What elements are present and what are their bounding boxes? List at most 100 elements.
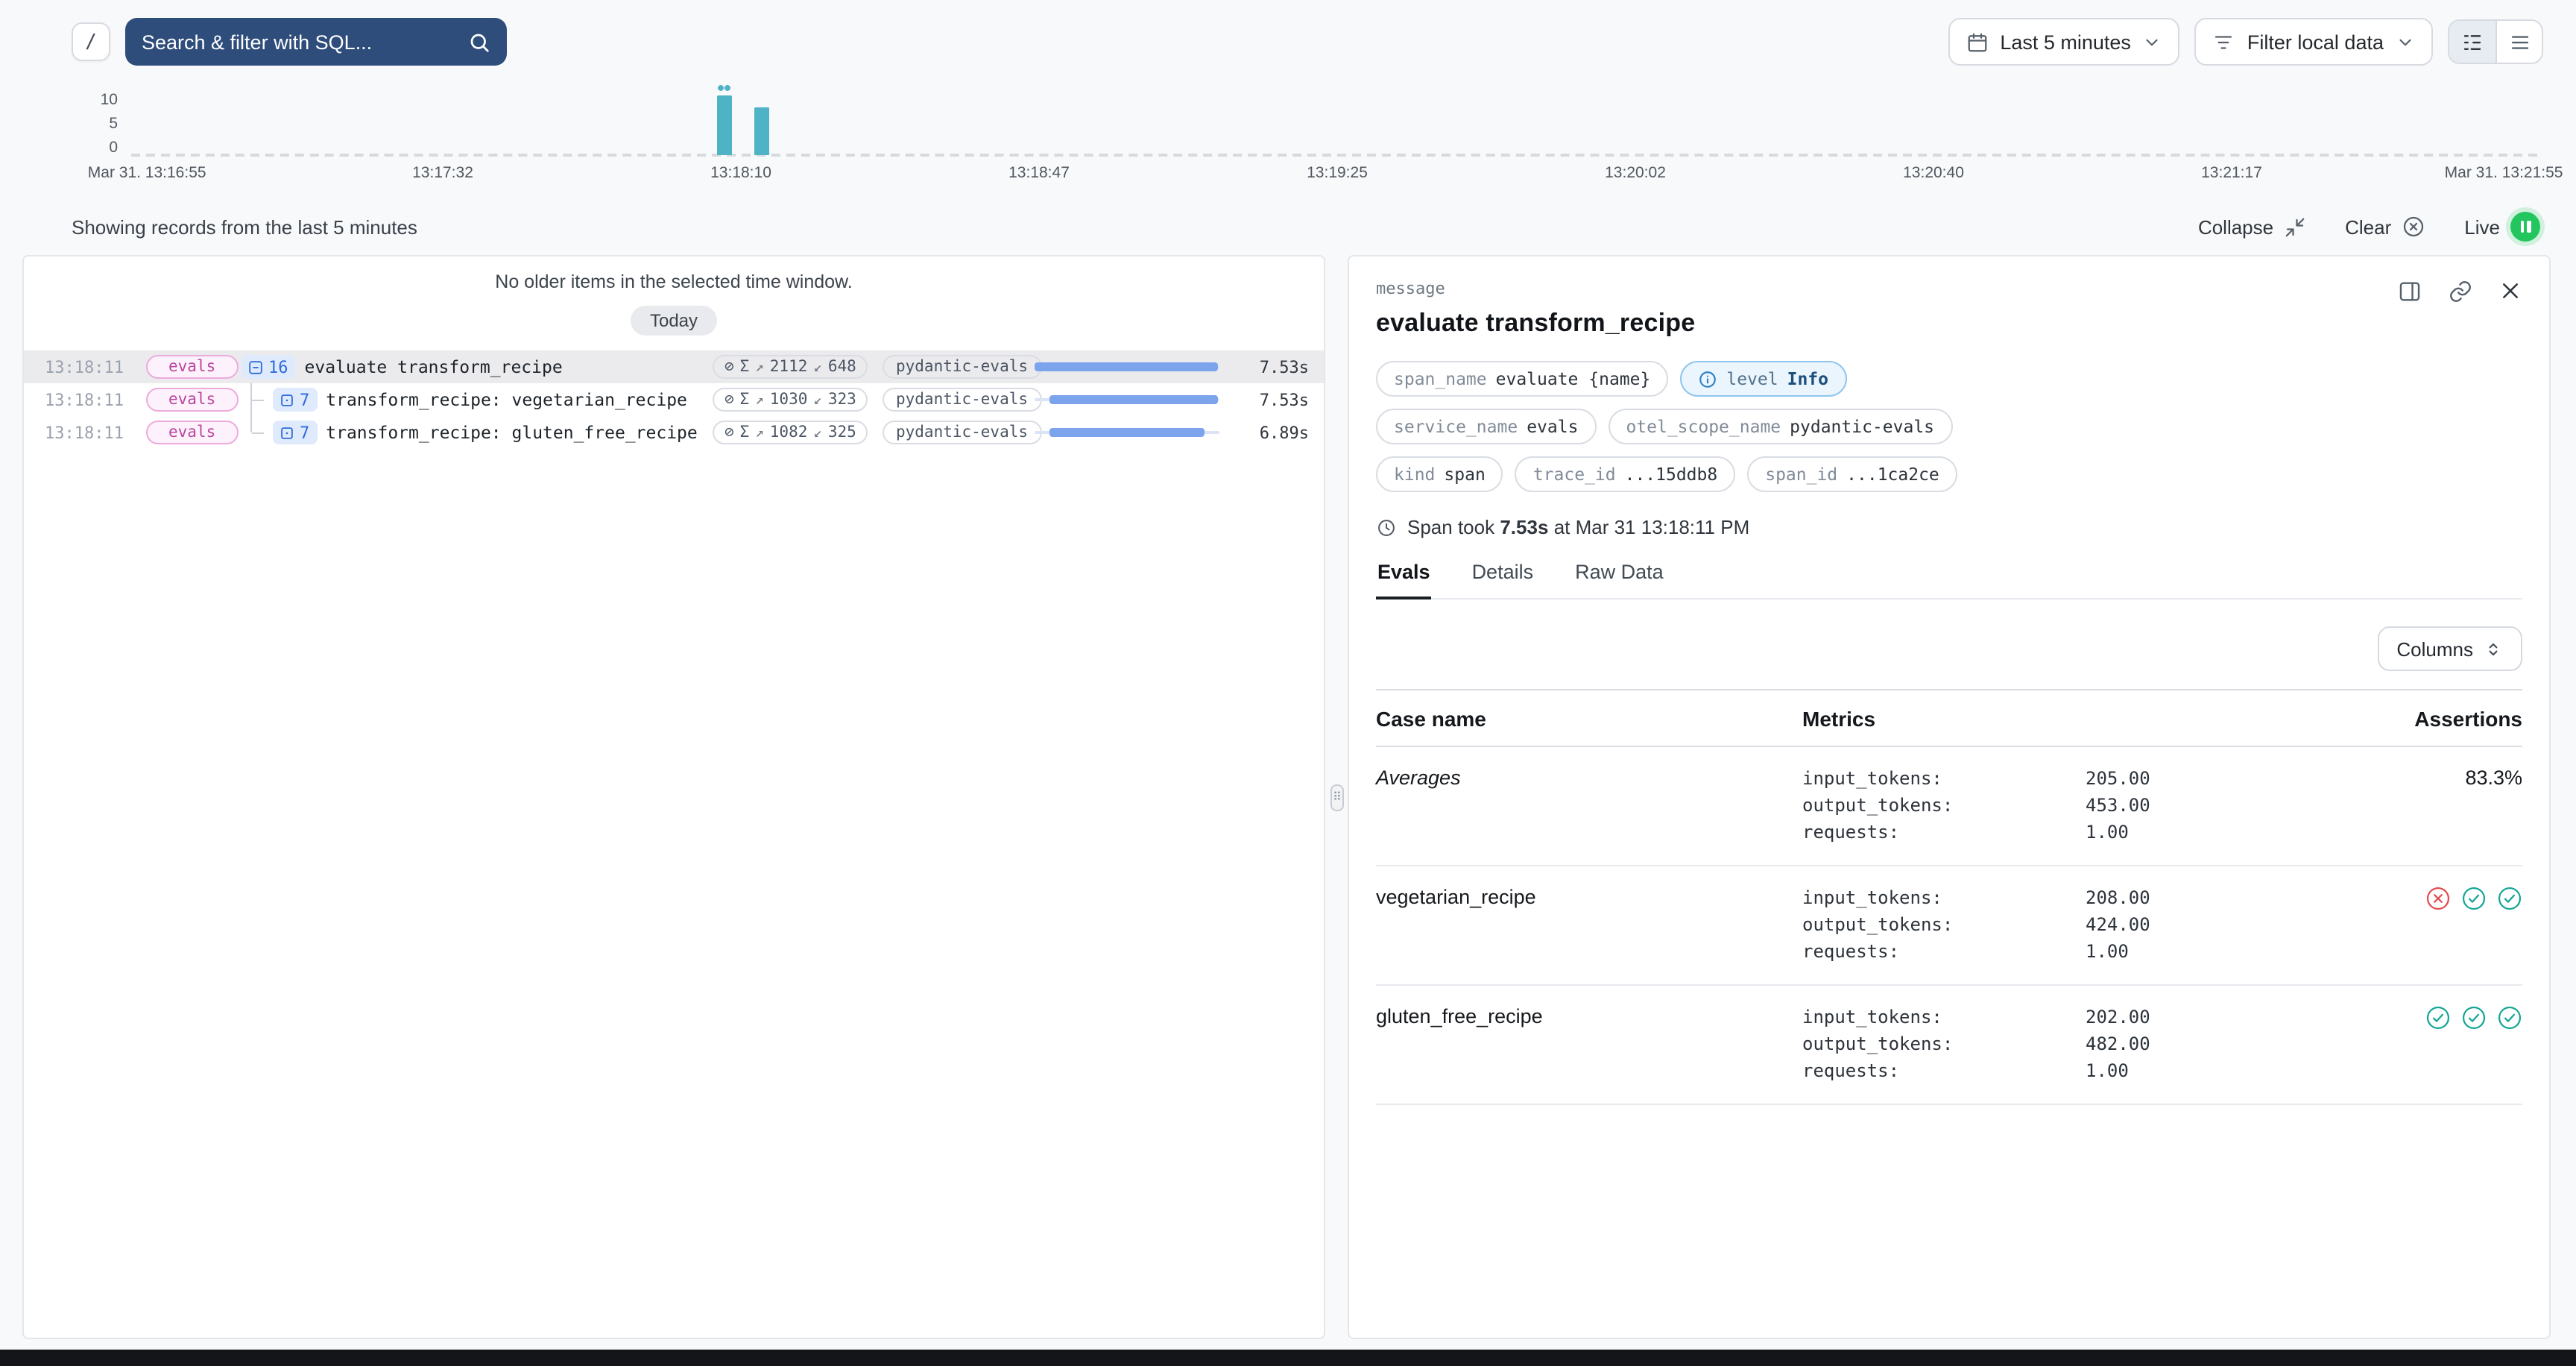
time-range-dropdown[interactable]: Last 5 minutes: [1948, 18, 2180, 66]
tree-view-button[interactable]: [2449, 21, 2496, 63]
case-name: Averages: [1376, 765, 1802, 789]
clear-circle-x-icon: [2402, 215, 2425, 239]
case-name: gluten_free_recipe: [1376, 1004, 1802, 1027]
resize-grip-handle[interactable]: ⠿: [1330, 784, 1343, 811]
attribute-pill-level[interactable]: level Info: [1680, 361, 1846, 397]
attribute-pill-trace-id[interactable]: trace_id ...15ddb8: [1515, 456, 1735, 492]
filter-label: Filter local data: [2247, 31, 2384, 53]
time-range-label: Last 5 minutes: [2000, 31, 2131, 53]
attribute-pill-kind[interactable]: kind span: [1376, 456, 1503, 492]
columns-button[interactable]: Columns: [2377, 626, 2522, 671]
sigma-icon: Σ: [740, 391, 750, 409]
filter-local-data-dropdown[interactable]: Filter local data: [2195, 18, 2433, 66]
list-view-button[interactable]: [2496, 21, 2542, 63]
service-tag-pill[interactable]: evals: [146, 421, 238, 444]
day-header: Today: [631, 306, 717, 336]
assertion-icons: [2343, 884, 2522, 911]
chevron-down-icon: [2396, 32, 2415, 51]
live-toggle[interactable]: Live: [2464, 212, 2540, 242]
attributes-icon: ⊘: [724, 424, 734, 441]
search-input[interactable]: Search & filter with SQL...: [125, 18, 507, 66]
collapse-icon: [2284, 215, 2306, 238]
info-icon: [1698, 369, 1717, 388]
otel-scope-pill[interactable]: pydantic-evals: [883, 388, 1041, 412]
assertion-pass-icon: [2497, 1005, 2522, 1030]
evals-table-header: Case name Metrics Assertions: [1376, 690, 2522, 747]
detail-title: evaluate transform_recipe: [1376, 309, 2522, 339]
filter-icon: [2213, 31, 2235, 53]
assertions-percentage: 83.3%: [2343, 765, 2522, 789]
service-tag-pill[interactable]: evals: [146, 388, 238, 412]
attribute-pill-otel-scope-name[interactable]: otel_scope_name pydantic-evals: [1608, 409, 1952, 444]
list-view-icon: [2508, 31, 2531, 53]
attribute-pill-span-name[interactable]: span_name evaluate {name}: [1376, 361, 1668, 397]
close-icon[interactable]: [2498, 279, 2522, 303]
duration-bar: [1035, 359, 1219, 374]
tab-raw-data[interactable]: Raw Data: [1573, 561, 1665, 598]
input-tokens-arrow-icon: ↗: [755, 391, 763, 408]
trace-row[interactable]: 13:18:11 evals 16 evaluate transform_rec…: [24, 350, 1324, 383]
chart-plot[interactable]: [145, 95, 2530, 155]
empty-window-notice: No older items in the selected time wind…: [24, 271, 1324, 292]
records-timeline-chart: 1050 Mar 31. 13:16:5513:17:3213:18:1013:…: [0, 86, 2576, 188]
assertion-icons: [2343, 1004, 2522, 1030]
showing-records-text: Showing records from the last 5 minutes: [72, 215, 417, 238]
tab-evals[interactable]: Evals: [1376, 561, 1432, 599]
attribute-pill-service-name[interactable]: service_name evals: [1376, 409, 1596, 444]
clock-icon: [1376, 517, 1397, 538]
sigma-icon: Σ: [740, 424, 750, 441]
token-metrics-pill[interactable]: ⊘ Σ ↗ 1082 ↙ 325: [713, 421, 868, 444]
y-axis-labels: 1050: [0, 92, 131, 155]
chart-bar[interactable]: [717, 95, 732, 155]
duration-bar: [1035, 425, 1219, 440]
collapse-button[interactable]: Collapse: [2198, 215, 2306, 238]
live-pause-icon: [2510, 212, 2540, 242]
assertion-pass-icon: [2461, 886, 2487, 911]
duration-bar: [1035, 392, 1219, 407]
sort-chevrons-icon: [2484, 639, 2503, 658]
record-kind-label: message: [1376, 279, 1445, 298]
panel-resize-divider[interactable]: ⠿: [1325, 255, 1348, 1339]
tree-connector: [242, 383, 264, 416]
tree-view-icon: [2461, 31, 2484, 53]
duration-text: 6.89s: [1231, 423, 1309, 442]
bar-annotation-marker: [717, 85, 730, 91]
otel-scope-pill[interactable]: pydantic-evals: [883, 355, 1041, 379]
clear-button[interactable]: Clear: [2345, 215, 2425, 239]
chart-bar[interactable]: [754, 107, 769, 155]
span-start-time: at Mar 31 13:18:11 PM: [1554, 516, 1750, 538]
topbar: / Search & filter with SQL... Last 5 min…: [0, 0, 2576, 84]
trace-row[interactable]: 13:18:11 evals 7 transform_recipe: veget…: [24, 383, 1324, 416]
sigma-icon: Σ: [740, 358, 750, 376]
span-name: transform_recipe: gluten_free_recipe: [326, 422, 698, 443]
input-tokens-arrow-icon: ↗: [755, 424, 763, 441]
token-metrics-pill[interactable]: ⊘ Σ ↗ 2112 ↙ 648: [713, 355, 868, 379]
screen-bottom-edge: [0, 1350, 2576, 1366]
span-square-icon: [279, 391, 295, 408]
evals-table-row: vegetarian_recipe input_tokens:208.00 ou…: [1376, 866, 2522, 986]
assertion-fail-icon: [2425, 886, 2451, 911]
row-timestamp: 13:18:11: [45, 390, 134, 409]
evals-table-row: Averages input_tokens:205.00 output_toke…: [1376, 747, 2522, 866]
attribute-pill-span-id[interactable]: span_id ...1ca2ce: [1747, 456, 1957, 492]
otel-scope-pill[interactable]: pydantic-evals: [883, 421, 1041, 444]
service-tag-pill[interactable]: evals: [146, 355, 238, 379]
attribute-pills: span_name evaluate {name} level Info ser…: [1376, 361, 2522, 492]
tab-details[interactable]: Details: [1471, 561, 1535, 598]
span-count-badge[interactable]: 7: [273, 388, 317, 412]
trace-row[interactable]: 13:18:11 evals 7 transform_recipe: glute…: [24, 416, 1324, 449]
trace-list-panel: No older items in the selected time wind…: [22, 255, 1325, 1339]
row-timestamp: 13:18:11: [45, 423, 134, 442]
assertion-pass-icon: [2425, 1005, 2451, 1030]
span-timing-line: Span took 7.53s at Mar 31 13:18:11 PM: [1376, 516, 2522, 538]
collapse-children-toggle[interactable]: 16: [242, 355, 296, 379]
span-name: transform_recipe: vegetarian_recipe: [326, 389, 687, 410]
span-detail-panel: message evaluate transform_recipe span_n…: [1348, 255, 2551, 1339]
span-count-badge[interactable]: 7: [273, 421, 317, 444]
input-tokens-arrow-icon: ↗: [755, 359, 763, 375]
token-metrics-pill[interactable]: ⊘ Σ ↗ 1030 ↙ 323: [713, 388, 868, 412]
copy-link-icon[interactable]: [2448, 279, 2473, 304]
output-tokens-arrow-icon: ↙: [813, 391, 821, 408]
dock-panel-icon[interactable]: [2397, 279, 2422, 304]
minus-square-icon: [247, 359, 264, 375]
